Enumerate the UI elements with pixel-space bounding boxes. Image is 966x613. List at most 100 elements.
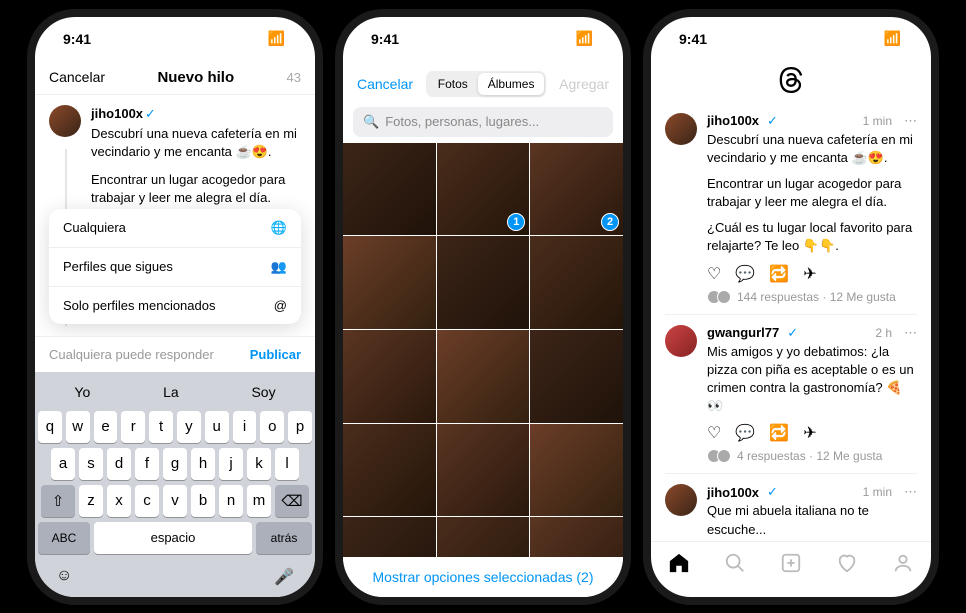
suggestion[interactable]: La xyxy=(163,384,179,400)
photo-item[interactable] xyxy=(437,330,530,423)
username[interactable]: gwangurl77 xyxy=(707,325,779,340)
post-menu-icon[interactable]: ⋯ xyxy=(904,325,917,341)
post-line: Descubrí una nueva cafetería en mi vecin… xyxy=(707,131,917,167)
photo-item[interactable] xyxy=(437,236,530,329)
feed[interactable]: jiho100x✓ 1 min ⋯ Descubrí una nueva caf… xyxy=(651,103,931,541)
heart-icon[interactable]: ♡ xyxy=(707,423,721,443)
reply-setting-label[interactable]: Cualquiera puede responder xyxy=(49,347,214,362)
key-t[interactable]: t xyxy=(149,411,173,443)
photo-item[interactable] xyxy=(530,424,623,517)
username[interactable]: jiho100x xyxy=(91,106,143,121)
shift-key[interactable]: ⇧ xyxy=(41,485,75,517)
key-w[interactable]: w xyxy=(66,411,90,443)
home-tab[interactable] xyxy=(668,552,690,579)
repost-icon[interactable]: 🔁 xyxy=(769,423,789,443)
key-d[interactable]: d xyxy=(107,448,131,480)
key-c[interactable]: c xyxy=(135,485,159,517)
avatar[interactable] xyxy=(665,113,697,145)
reply-privacy-menu: Cualquiera 🌐 Perfiles que sigues 👥 Solo … xyxy=(49,209,301,324)
key-e[interactable]: e xyxy=(94,411,118,443)
search-input[interactable]: 🔍 Fotos, personas, lugares... xyxy=(353,107,613,137)
reply-mentioned[interactable]: Solo perfiles mencionados @ xyxy=(49,287,301,324)
profile-tab[interactable] xyxy=(892,552,914,579)
post-menu-icon[interactable]: ⋯ xyxy=(904,113,917,129)
key-b[interactable]: b xyxy=(191,485,215,517)
photo-item[interactable] xyxy=(530,330,623,423)
key-g[interactable]: g xyxy=(163,448,187,480)
mic-key[interactable]: 🎤 xyxy=(274,567,294,587)
key-u[interactable]: u xyxy=(205,411,229,443)
picker-cancel-button[interactable]: Cancelar xyxy=(357,76,413,92)
avatar[interactable] xyxy=(665,484,697,516)
reply-anyone[interactable]: Cualquiera 🌐 xyxy=(49,209,301,248)
key-x[interactable]: x xyxy=(107,485,131,517)
avatar[interactable] xyxy=(665,325,697,357)
share-icon[interactable]: ✈ xyxy=(803,264,816,284)
photo-item[interactable] xyxy=(343,330,436,423)
avatar[interactable] xyxy=(49,105,81,137)
post-stats[interactable]: 144 respuestas · 12 Me gusta xyxy=(707,290,917,304)
photo-item[interactable] xyxy=(437,517,530,556)
photo-item[interactable] xyxy=(437,424,530,517)
key-i[interactable]: i xyxy=(233,411,257,443)
key-z[interactable]: z xyxy=(79,485,103,517)
return-key[interactable]: atrás xyxy=(256,522,312,554)
key-h[interactable]: h xyxy=(191,448,215,480)
key-m[interactable]: m xyxy=(247,485,271,517)
key-a[interactable]: a xyxy=(51,448,75,480)
photo-item[interactable]: 2 xyxy=(530,143,623,236)
comment-icon[interactable]: 💬 xyxy=(735,423,755,443)
photo-item[interactable] xyxy=(343,143,436,236)
suggestion[interactable]: Soy xyxy=(251,384,275,400)
status-time: 9:41 xyxy=(63,31,91,47)
post-stats[interactable]: 4 respuestas · 12 Me gusta xyxy=(707,449,917,463)
show-selected-button[interactable]: Mostrar opciones seleccionadas (2) xyxy=(343,557,623,597)
photo-item[interactable] xyxy=(343,517,436,556)
comment-icon[interactable]: 💬 xyxy=(735,264,755,284)
repost-icon[interactable]: 🔁 xyxy=(769,264,789,284)
menu-label: Solo perfiles mencionados xyxy=(63,298,215,313)
key-r[interactable]: r xyxy=(121,411,145,443)
key-y[interactable]: y xyxy=(177,411,201,443)
key-q[interactable]: q xyxy=(38,411,62,443)
threads-logo[interactable] xyxy=(651,61,931,103)
picker-header: Cancelar Fotos Álbumes Agregar xyxy=(343,61,623,107)
photo-item[interactable] xyxy=(343,236,436,329)
compose-line: Descubrí una nueva cafetería en mi vecin… xyxy=(91,125,301,161)
key-j[interactable]: j xyxy=(219,448,243,480)
key-o[interactable]: o xyxy=(260,411,284,443)
key-n[interactable]: n xyxy=(219,485,243,517)
key-v[interactable]: v xyxy=(163,485,187,517)
heart-icon[interactable]: ♡ xyxy=(707,264,721,284)
key-s[interactable]: s xyxy=(79,448,103,480)
key-f[interactable]: f xyxy=(135,448,159,480)
backspace-key[interactable]: ⌫ xyxy=(275,485,309,517)
space-key[interactable]: espacio xyxy=(94,522,252,554)
username[interactable]: jiho100x xyxy=(707,113,759,128)
segmented-control[interactable]: Fotos Álbumes xyxy=(426,71,547,97)
username[interactable]: jiho100x xyxy=(707,485,759,500)
key-l[interactable]: l xyxy=(275,448,299,480)
photo-item[interactable] xyxy=(530,517,623,556)
picker-add-button[interactable]: Agregar xyxy=(559,76,609,92)
status-time: 9:41 xyxy=(679,31,707,47)
publish-button[interactable]: Publicar xyxy=(250,347,301,362)
key-p[interactable]: p xyxy=(288,411,312,443)
tab-photos[interactable]: Fotos xyxy=(428,73,478,95)
emoji-key[interactable]: ☺ xyxy=(56,567,72,587)
photo-item[interactable]: 1 xyxy=(437,143,530,236)
abc-key[interactable]: ABC xyxy=(38,522,90,554)
cancel-button[interactable]: Cancelar xyxy=(49,69,105,85)
photo-item[interactable] xyxy=(530,236,623,329)
tab-albums[interactable]: Álbumes xyxy=(478,73,545,95)
key-k[interactable]: k xyxy=(247,448,271,480)
globe-icon: 🌐 xyxy=(271,220,287,236)
photo-item[interactable] xyxy=(343,424,436,517)
share-icon[interactable]: ✈ xyxy=(803,423,816,443)
search-tab[interactable] xyxy=(724,552,746,579)
activity-tab[interactable] xyxy=(836,552,858,579)
suggestion[interactable]: Yo xyxy=(74,384,90,400)
post-menu-icon[interactable]: ⋯ xyxy=(904,484,917,500)
compose-tab[interactable] xyxy=(780,552,802,579)
reply-following[interactable]: Perfiles que sigues 👥 xyxy=(49,248,301,287)
